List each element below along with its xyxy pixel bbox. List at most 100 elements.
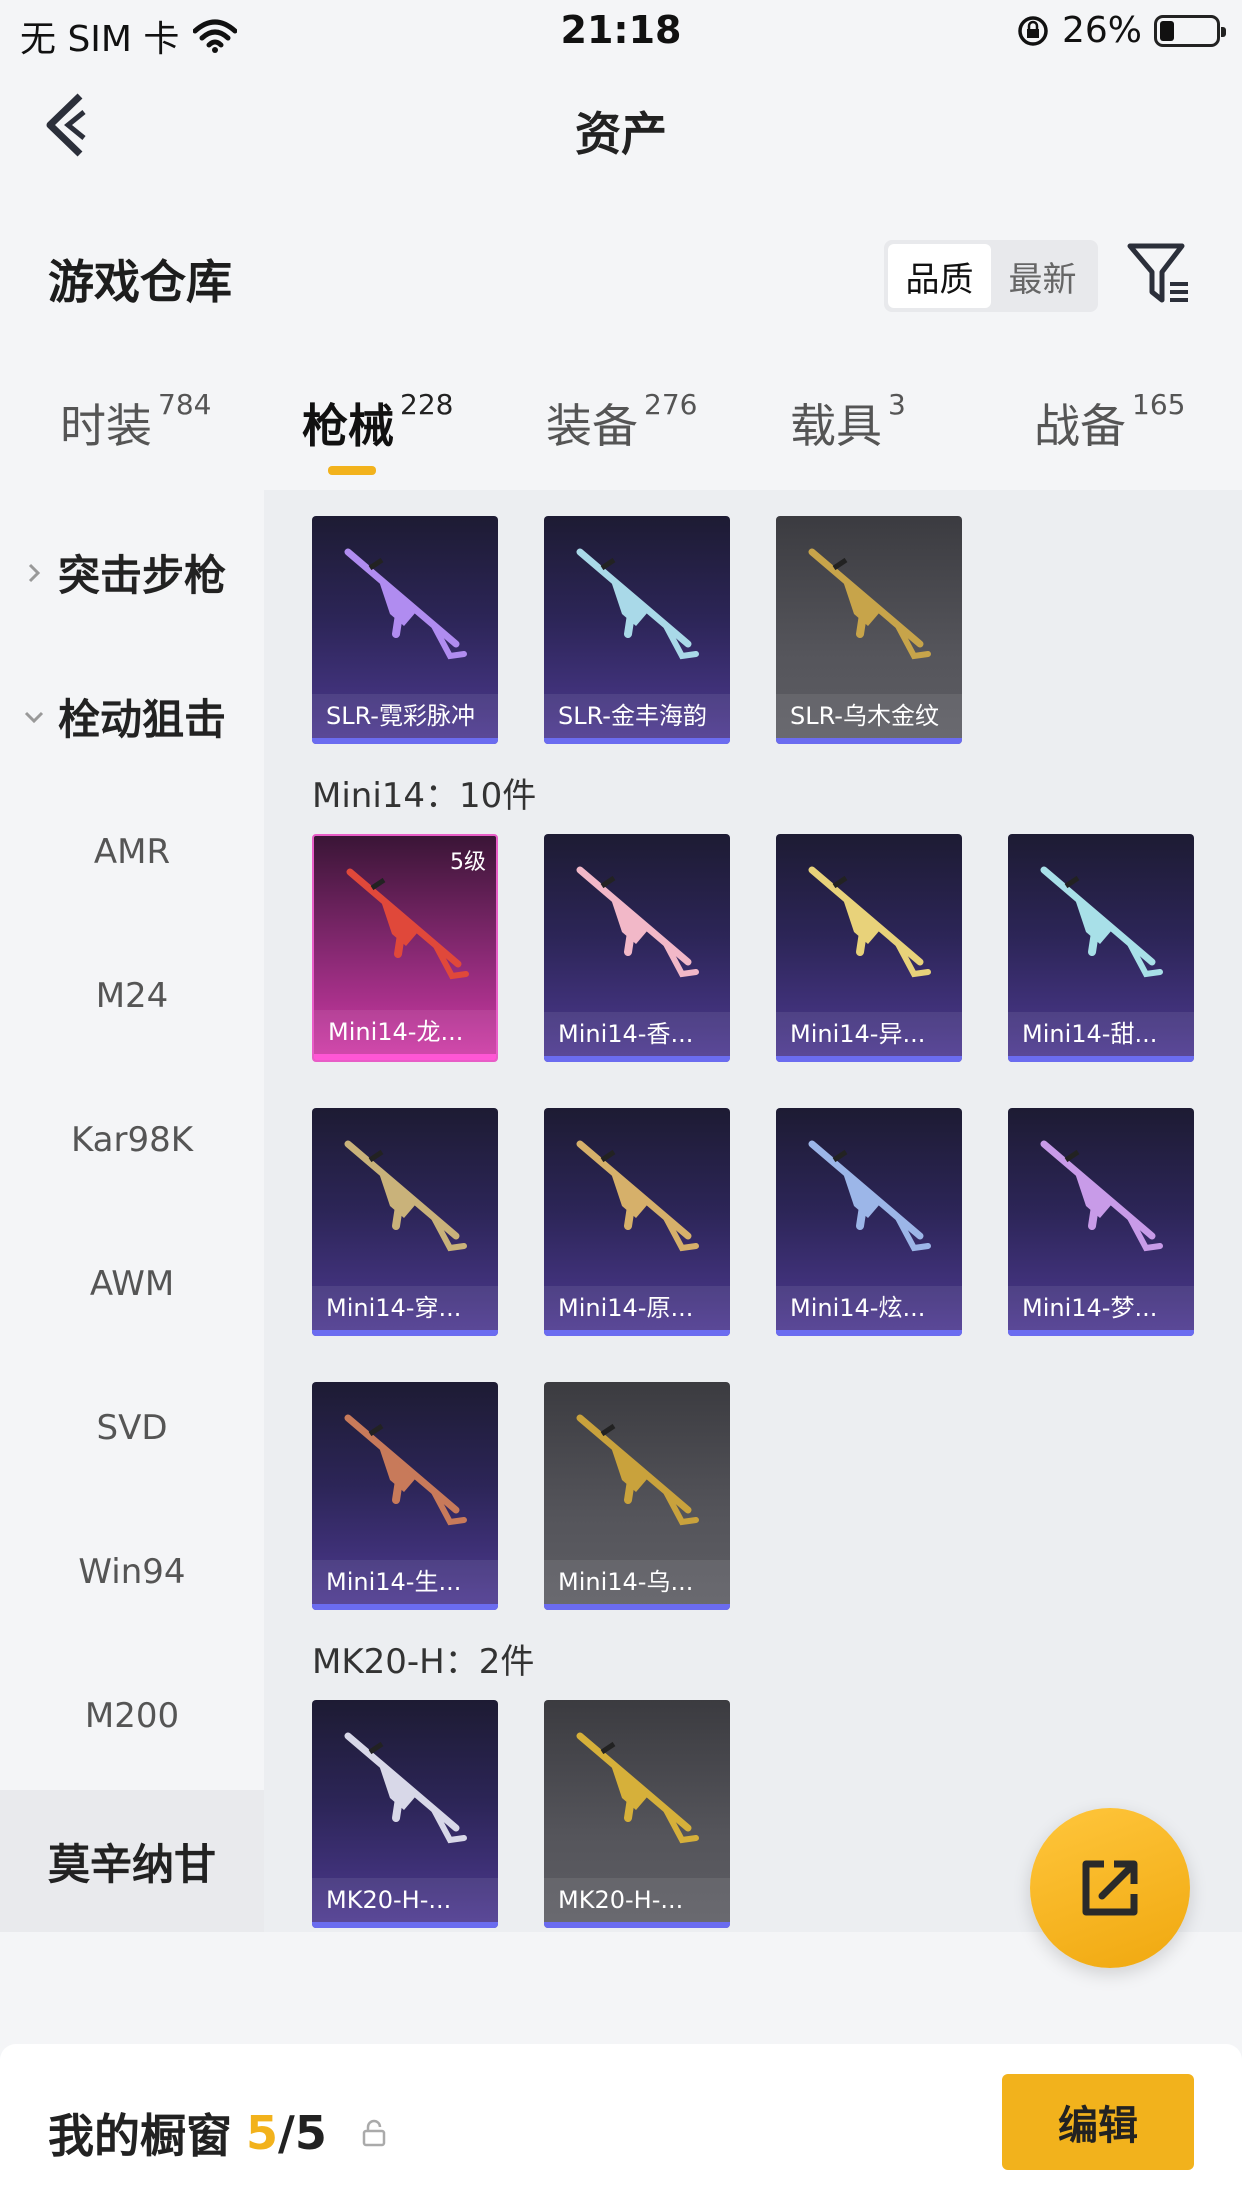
item-card[interactable]: Mini14-异...	[776, 834, 962, 1062]
tab-equipment[interactable]: 装备 276	[546, 388, 698, 456]
sort-option-quality[interactable]: 品质	[888, 244, 991, 308]
rifle-icon	[346, 868, 469, 980]
tab-count: 3	[888, 388, 906, 421]
rarity-bar	[544, 738, 730, 744]
sidebar-item-m200[interactable]: M200	[0, 1646, 264, 1786]
sidebar-item-amr[interactable]: AMR	[0, 782, 264, 922]
tab-count: 165	[1132, 388, 1186, 421]
sidebar-item-m24[interactable]: M24	[0, 926, 264, 1066]
tab-label: 枪械	[302, 399, 394, 453]
rifle-icon	[576, 1414, 699, 1526]
rarity-bar	[1008, 1330, 1194, 1336]
tab-label: 装备	[546, 399, 638, 453]
rarity-bar	[1008, 1056, 1194, 1062]
item-name: Mini14-龙...	[314, 1010, 496, 1054]
tab-vehicles[interactable]: 载具 3	[790, 388, 906, 456]
item-card[interactable]: Mini14-生...	[312, 1382, 498, 1610]
rarity-bar	[776, 1056, 962, 1062]
item-level-badge: 5级	[450, 850, 486, 875]
chevron-right-icon	[28, 563, 41, 582]
sidebar-group-bolt-snipers[interactable]: 栓动狙击	[22, 686, 226, 747]
rifle-icon	[808, 1140, 931, 1252]
sidebar-group-assault-rifles[interactable]: 突击步枪	[22, 542, 226, 603]
item-name: Mini14-炫...	[776, 1286, 962, 1330]
item-name: Mini14-香...	[544, 1012, 730, 1056]
rarity-bar	[312, 738, 498, 744]
item-card[interactable]: Mini14-原...	[544, 1108, 730, 1336]
active-tab-indicator	[328, 466, 376, 475]
bottom-bar: 我的橱窗 5 / 5 编辑	[0, 2044, 1242, 2208]
rifle-icon	[344, 1414, 467, 1526]
sidebar-group-label: 栓动狙击	[58, 695, 227, 744]
battery-fill	[1160, 20, 1175, 41]
sidebar-item-mosin-nagant[interactable]: 莫辛纳甘	[0, 1790, 264, 1932]
item-name: Mini14-乌...	[544, 1560, 730, 1604]
tab-label: 时装	[60, 399, 152, 453]
sidebar-item-svd[interactable]: SVD	[0, 1358, 264, 1498]
showcase-summary: 我的橱窗 5 / 5	[48, 2100, 389, 2166]
rifle-icon	[344, 1732, 467, 1844]
chevron-down-icon	[24, 711, 44, 723]
sort-toggle: 品质 最新	[884, 240, 1098, 312]
status-right: 26%	[1016, 10, 1226, 51]
rarity-bar	[312, 1922, 498, 1928]
sort-option-newest[interactable]: 最新	[991, 244, 1094, 308]
tab-fashion[interactable]: 时装 784	[60, 388, 212, 456]
rarity-bar	[544, 1604, 730, 1610]
rarity-bar	[544, 1330, 730, 1336]
item-card[interactable]: SLR-金丰海韵	[544, 516, 730, 744]
sidebar-item-win94[interactable]: Win94	[0, 1502, 264, 1642]
edit-button[interactable]: 编辑	[1002, 2074, 1194, 2170]
tab-guns[interactable]: 枪械 228	[302, 388, 454, 456]
tab-count: 276	[644, 388, 698, 421]
item-card[interactable]: Mini14-乌...	[544, 1382, 730, 1610]
item-card[interactable]: 5级 Mini14-龙...	[312, 834, 498, 1062]
item-card[interactable]: Mini14-梦...	[1008, 1108, 1194, 1336]
sidebar-group-label: 突击步枪	[58, 551, 227, 600]
section-title: 游戏仓库	[48, 255, 232, 309]
battery-icon	[1154, 14, 1226, 47]
rarity-bar	[776, 738, 962, 744]
page-title: 资产	[575, 107, 667, 161]
rarity-bar	[314, 1054, 496, 1060]
showcase-label: 我的橱窗	[48, 2109, 232, 2163]
rifle-icon	[576, 866, 699, 978]
showcase-total-count: 5	[294, 2106, 327, 2160]
rarity-bar	[544, 1056, 730, 1062]
item-name: MK20-H-...	[544, 1878, 730, 1922]
item-card[interactable]: Mini14-炫...	[776, 1108, 962, 1336]
battery-percent: 26%	[1061, 10, 1142, 51]
sidebar-item-kar98k[interactable]: Kar98K	[0, 1070, 264, 1210]
item-card[interactable]: MK20-H-...	[312, 1700, 498, 1928]
sidebar-item-awm[interactable]: AWM	[0, 1214, 264, 1354]
rifle-icon	[344, 548, 467, 660]
filter-icon[interactable]	[1124, 238, 1194, 308]
item-name: SLR-乌木金纹	[776, 694, 962, 738]
item-name: Mini14-异...	[776, 1012, 962, 1056]
rifle-icon	[576, 1140, 699, 1252]
item-card[interactable]: Mini14-甜...	[1008, 834, 1194, 1062]
rifle-icon	[576, 1732, 699, 1844]
rifle-icon	[1040, 1140, 1163, 1252]
rifle-icon	[808, 866, 931, 978]
tab-label: 载具	[790, 399, 882, 453]
sidebar: 突击步枪 栓动狙击 AMR M24 Kar98K AWM SVD Win94 M…	[0, 490, 264, 1790]
item-name: Mini14-甜...	[1008, 1012, 1194, 1056]
rarity-bar	[312, 1330, 498, 1336]
category-tabs: 时装 784 枪械 228 装备 276 载具 3 战备 165	[0, 388, 1242, 480]
item-card[interactable]: Mini14-香...	[544, 834, 730, 1062]
rarity-bar	[776, 1330, 962, 1336]
tab-label: 战备	[1034, 399, 1126, 453]
share-icon	[1082, 1860, 1138, 1916]
item-card[interactable]: MK20-H-...	[544, 1700, 730, 1928]
tab-supplies[interactable]: 战备 165	[1034, 388, 1186, 456]
group-heading-mini14: Mini14：10件	[312, 776, 537, 816]
item-card[interactable]: SLR-乌木金纹	[776, 516, 962, 744]
item-card[interactable]: Mini14-穿...	[312, 1108, 498, 1336]
tab-count: 228	[400, 388, 454, 421]
item-name: SLR-霓彩脉冲	[312, 694, 498, 738]
share-button[interactable]	[1030, 1808, 1190, 1968]
lock-icon	[362, 2119, 386, 2147]
item-card[interactable]: SLR-霓彩脉冲	[312, 516, 498, 744]
tab-count: 784	[158, 388, 212, 421]
